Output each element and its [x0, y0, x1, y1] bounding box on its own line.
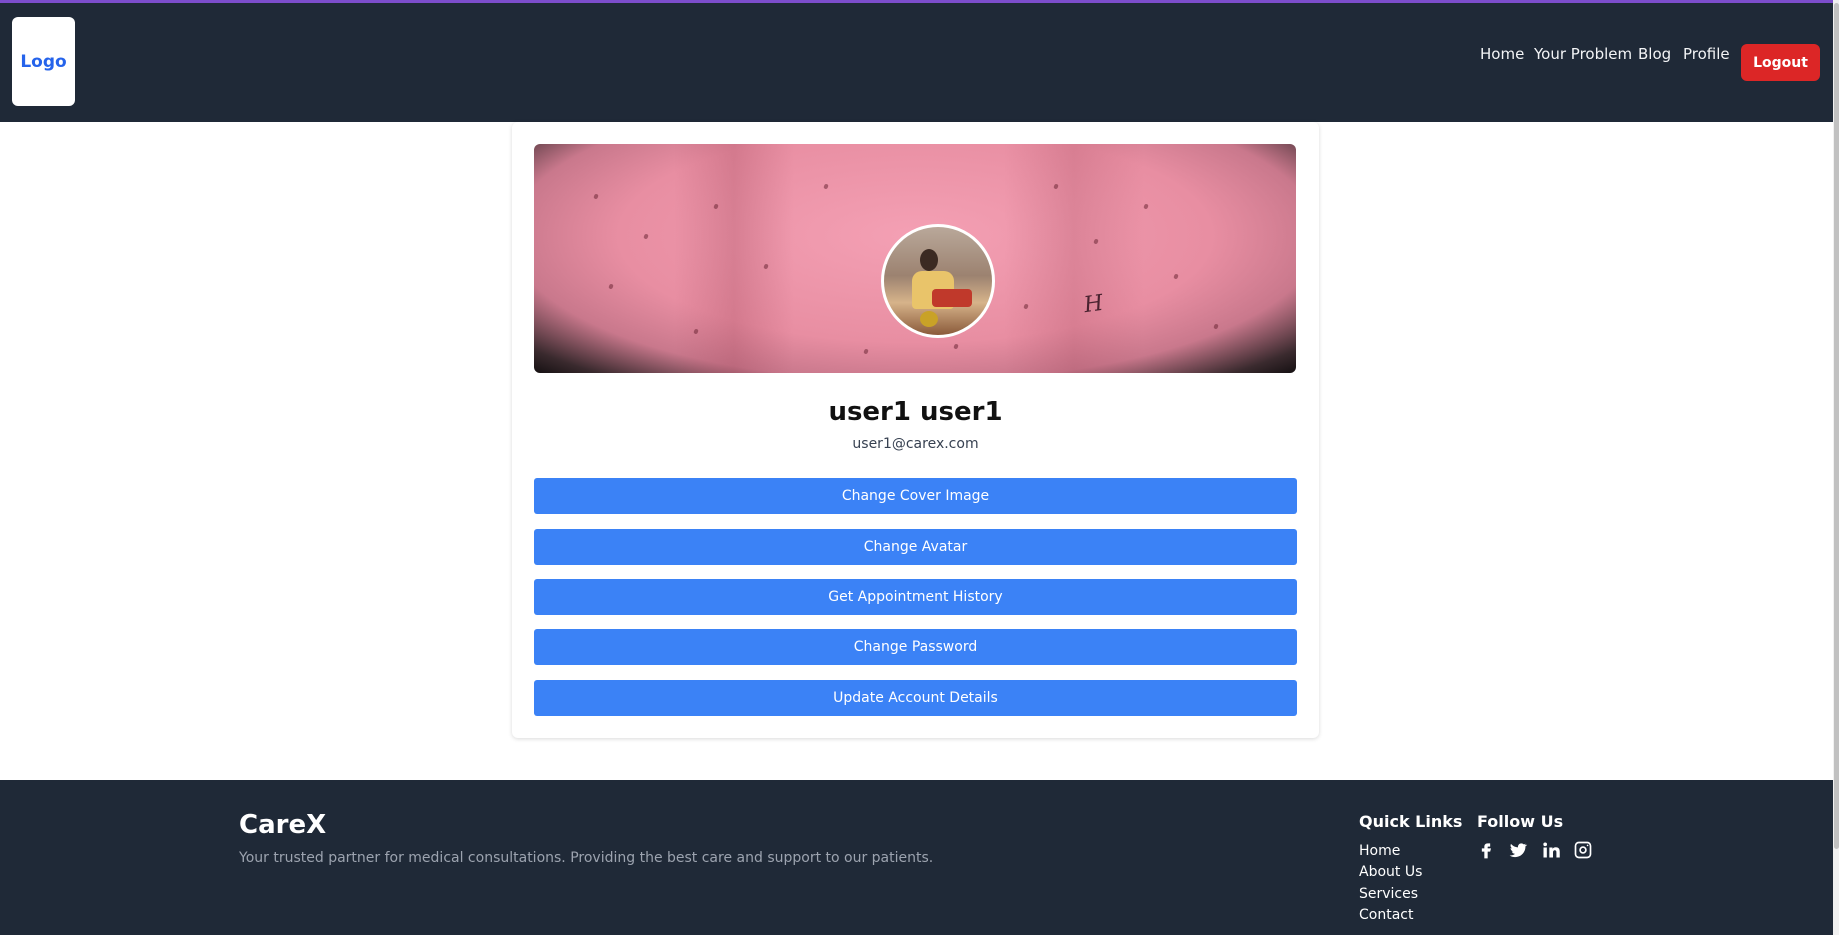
logo-text: Logo: [20, 51, 67, 72]
footer-tagline: Your trusted partner for medical consult…: [239, 850, 934, 866]
facebook-icon[interactable]: [1476, 840, 1496, 860]
twitter-icon[interactable]: [1508, 840, 1528, 860]
instagram-icon[interactable]: [1573, 840, 1593, 860]
change-avatar-button[interactable]: Change Avatar: [534, 529, 1297, 565]
logo[interactable]: Logo: [12, 17, 75, 106]
nav-blog[interactable]: Blog: [1638, 45, 1671, 63]
footer-brand: CareX: [239, 810, 327, 840]
footer-link-home[interactable]: Home: [1359, 843, 1400, 859]
shirt-logo: H: [1082, 290, 1105, 319]
quick-links-title: Quick Links: [1359, 812, 1463, 831]
navbar: Logo Home Your Problem Blog Profile Logo…: [0, 3, 1833, 122]
logout-button[interactable]: Logout: [1741, 44, 1820, 81]
user-email: user1@carex.com: [852, 436, 979, 452]
footer: CareX Your trusted partner for medical c…: [0, 780, 1833, 935]
avatar: [881, 224, 995, 338]
follow-us-title: Follow Us: [1477, 812, 1564, 831]
appointment-history-button[interactable]: Get Appointment History: [534, 579, 1297, 615]
user-name: user1 user1: [828, 397, 1003, 427]
linkedin-icon[interactable]: [1541, 840, 1561, 860]
footer-link-contact[interactable]: Contact: [1359, 907, 1413, 923]
change-cover-image-button[interactable]: Change Cover Image: [534, 478, 1297, 514]
profile-card: H user1 user1 user1@carex.com Change Cov…: [512, 122, 1319, 738]
cover-image: H: [534, 144, 1296, 373]
nav-profile[interactable]: Profile: [1683, 45, 1730, 63]
footer-link-about[interactable]: About Us: [1359, 864, 1422, 880]
change-password-button[interactable]: Change Password: [534, 629, 1297, 665]
nav-your-problem[interactable]: Your Problem: [1534, 45, 1632, 63]
nav-home[interactable]: Home: [1480, 45, 1524, 63]
footer-link-services[interactable]: Services: [1359, 886, 1418, 902]
update-account-button[interactable]: Update Account Details: [534, 680, 1297, 716]
scrollbar-thumb[interactable]: [1834, 3, 1839, 849]
